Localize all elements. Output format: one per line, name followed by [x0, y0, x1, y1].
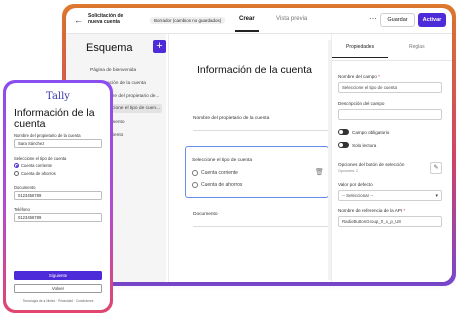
document-field-label[interactable]: Documento [193, 212, 218, 217]
toggle-label: Campo obligatorio [352, 129, 390, 135]
phone-number-label: Teléfono [14, 207, 30, 212]
properties-panel: Propiedades Reglas Nombre del campo * Se… [331, 34, 452, 282]
plus-icon[interactable]: + [153, 40, 166, 53]
tally-logo: Tally [46, 91, 70, 102]
description-input[interactable] [338, 109, 442, 120]
radio-icon [192, 170, 198, 176]
ellipsis-icon[interactable]: ⋯ [369, 14, 377, 23]
owner-field-underline [193, 130, 329, 131]
owner-field-label[interactable]: Nombre del propietario de la cuenta [193, 116, 269, 121]
save-button[interactable]: Guardar [380, 13, 415, 27]
tab-rules[interactable]: Reglas [409, 44, 425, 50]
tab-create[interactable]: Crear [235, 16, 259, 32]
option-label: Cuenta corriente [201, 170, 238, 176]
divider [332, 60, 452, 61]
option-checking[interactable]: Cuenta corriente [14, 163, 52, 168]
schema-item-welcome[interactable]: Página de bienvenida [90, 68, 136, 73]
chevron-down-icon: ▾ [435, 193, 438, 199]
canvas-scrollbar[interactable] [328, 40, 331, 280]
api-name-label: Nombre de referencia de la API * [338, 208, 405, 213]
option-savings[interactable]: Cuenta de ahorros [192, 182, 242, 188]
tab-properties[interactable]: Propiedades [331, 44, 389, 58]
toggle-switch[interactable] [338, 142, 349, 148]
toggle-switch[interactable] [338, 129, 349, 135]
activate-button[interactable]: Activar [418, 13, 446, 27]
document-input[interactable]: 0123456789 [14, 191, 102, 200]
required-mark: * [378, 74, 380, 79]
account-type-field-card[interactable]: Seleccione el tipo de cuenta Cuenta corr… [185, 146, 329, 198]
owner-label: Nombre del propietario de la cuenta [14, 133, 81, 138]
account-type-label: Seleccione el tipo de cuenta [192, 158, 253, 163]
option-label: Cuenta de ahorros [21, 171, 56, 176]
option-label: Cuenta corriente [21, 163, 52, 168]
form-canvas: Información de la cuenta Nombre del prop… [168, 34, 332, 282]
readonly-toggle-row[interactable]: Solo lectura [338, 142, 376, 148]
default-value-select[interactable]: -- Seleccionar -- ▾ [338, 190, 442, 201]
description-label: Descripción del campo [338, 101, 385, 106]
api-name-input[interactable]: RadioButtonGroup_0_x_p_U8 [338, 216, 442, 227]
options-label: Opciones del botón de selección [338, 162, 405, 167]
required-toggle-row[interactable]: Campo obligatorio [338, 129, 389, 135]
toggle-label: Solo lectura [352, 142, 377, 148]
page-title: Información de la cuenta [197, 64, 312, 76]
label-text: Nombre del campo [338, 74, 377, 79]
field-name-input[interactable]: Seleccione el tipo de cuenta [338, 82, 442, 93]
phone-number-input[interactable]: 0123456789 [14, 213, 102, 222]
phone-footer: Tecnología de ● Nintex · Privacidad · Co… [22, 299, 94, 303]
draft-badge: Borrador (cambios no guardados) [150, 17, 226, 24]
field-name-label: Nombre del campo * [338, 74, 380, 79]
arrow-left-icon[interactable]: ← [74, 15, 83, 25]
radio-icon [192, 182, 198, 188]
owner-input[interactable]: Sara Sánchez [14, 139, 102, 148]
form-builder-window: ← Solicitación de nueva cuenta Borrador … [66, 8, 452, 282]
top-bar: ← Solicitación de nueva cuenta Borrador … [66, 8, 452, 34]
next-button[interactable]: Siguiente [14, 271, 102, 280]
option-label: Cuenta de ahorros [201, 182, 243, 188]
tab-preview[interactable]: Vista previa [276, 16, 307, 22]
document-label: Documento [14, 185, 36, 190]
trash-icon[interactable]: 🗑 [315, 168, 324, 176]
label-text: Nombre de referencia de la API [338, 208, 403, 213]
option-checking[interactable]: Cuenta corriente [192, 170, 238, 176]
schema-heading: Esquema [86, 42, 133, 54]
back-button[interactable]: Volver [14, 284, 102, 293]
option-savings[interactable]: Cuenta de ahorros [14, 171, 56, 176]
radio-icon [14, 171, 19, 176]
default-value-label: Valor por defecto [338, 182, 373, 187]
phone-preview: Tally Información de la cuenta Nombre de… [6, 83, 110, 310]
required-mark: * [403, 208, 406, 213]
options-count: Opciones: 2 [338, 169, 359, 173]
document-field-underline [193, 226, 329, 227]
select-value: -- Seleccionar -- [342, 193, 374, 198]
form-title: Solicitación de nueva cuenta [88, 13, 124, 25]
pencil-icon[interactable]: ✎ [430, 162, 442, 174]
radio-selected-icon [14, 163, 19, 168]
account-type-label: Seleccione el tipo de cuenta [14, 156, 67, 161]
phone-page-title: Información de la cuenta [14, 107, 95, 130]
